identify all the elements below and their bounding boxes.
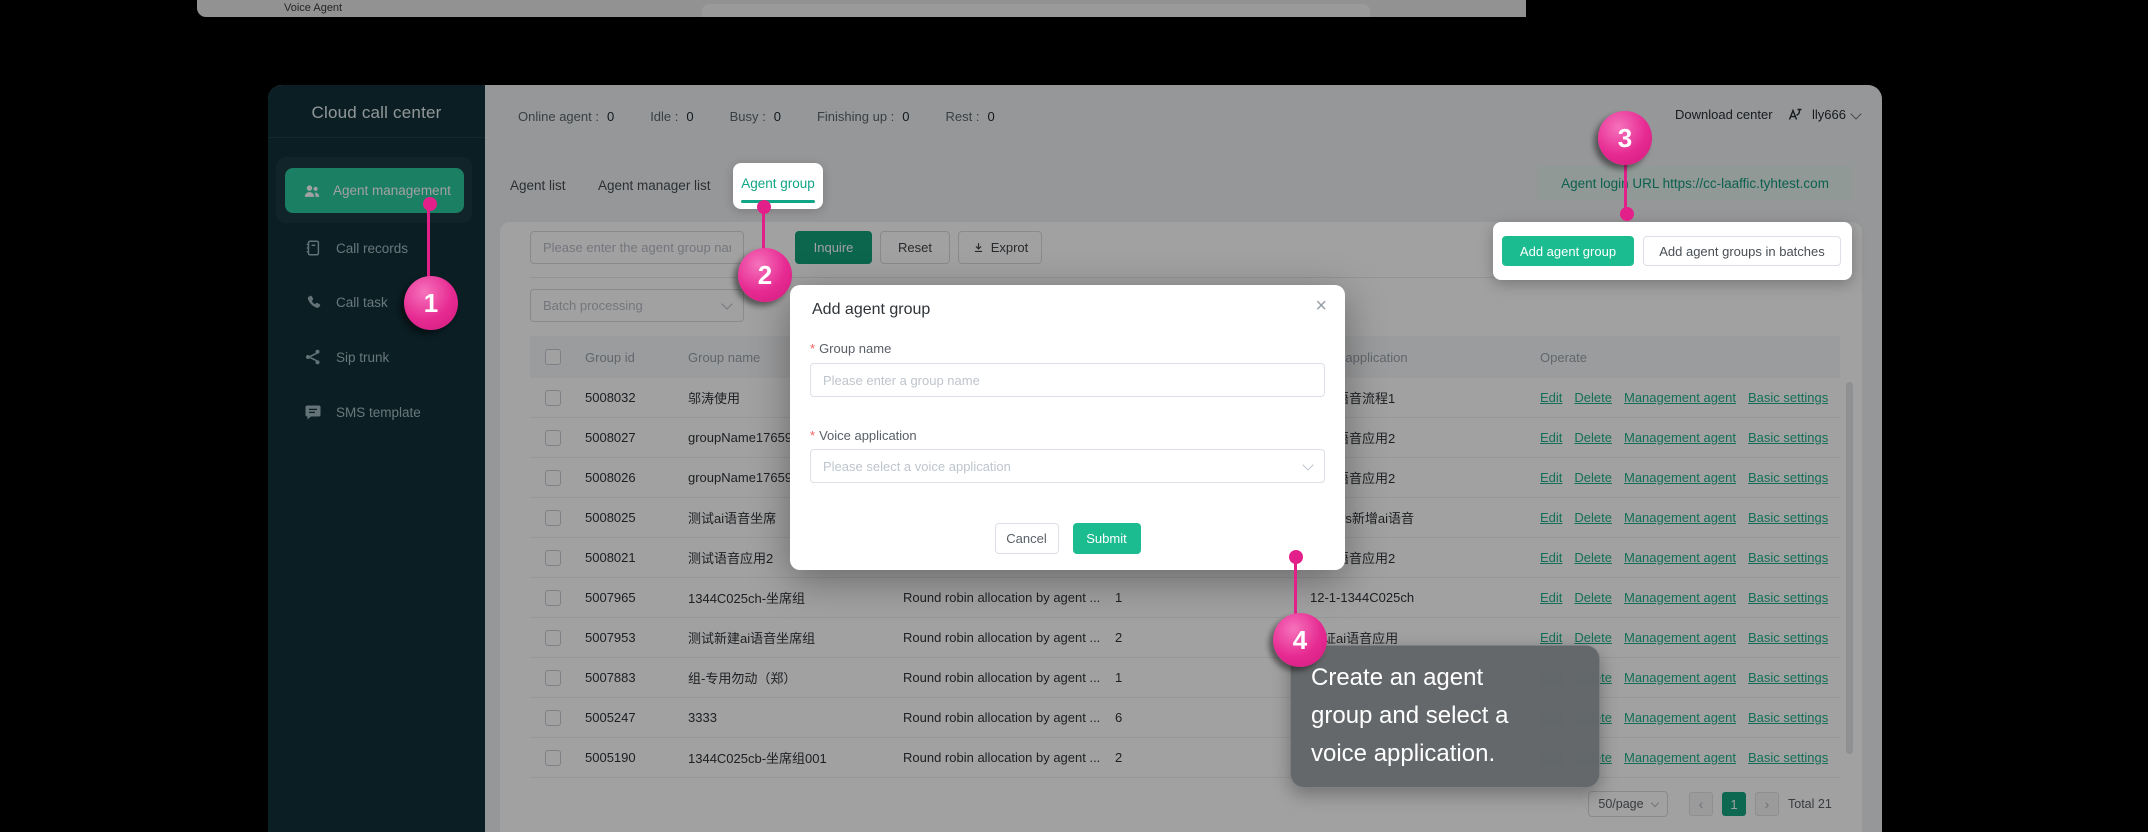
cancel-button[interactable]: Cancel — [995, 523, 1059, 554]
step-1-badge: 1 — [404, 276, 458, 330]
tooltip-line: voice application. — [1311, 735, 1579, 773]
step-4-anchor-dot — [1289, 550, 1303, 564]
step-3-badge: 3 — [1598, 111, 1652, 165]
add-agent-group-modal: Add agent group × Group name Voice appli… — [790, 285, 1345, 570]
add-agent-group-button[interactable]: Add agent group — [1502, 236, 1634, 266]
add-agent-groups-in-batches-button[interactable]: Add agent groups in batches — [1643, 236, 1841, 266]
tab-agent-group[interactable]: Agent group — [733, 163, 823, 209]
step-2-anchor-dot — [757, 200, 771, 214]
step-1-connector-line — [427, 204, 430, 280]
group-name-input[interactable] — [810, 363, 1325, 397]
close-icon[interactable]: × — [1315, 295, 1327, 318]
screenshot-stage: Voice Agent Cloud call center Agent mana… — [0, 0, 2148, 832]
chevron-down-icon — [1302, 459, 1313, 470]
tooltip-line: group and select a — [1311, 697, 1579, 735]
voice-application-label: Voice application — [810, 428, 917, 443]
step-3-anchor-dot — [1620, 207, 1634, 221]
tutorial-tooltip: Create an agent group and select a voice… — [1290, 645, 1600, 788]
tab-agent-group-label: Agent group — [741, 176, 815, 191]
active-tab-underline — [741, 200, 815, 203]
step-1-anchor-dot — [423, 197, 437, 211]
tooltip-line: Create an agent — [1311, 659, 1579, 697]
group-name-label: Group name — [810, 341, 891, 356]
modal-title: Add agent group — [812, 301, 930, 319]
add-actions-panel: Add agent group Add agent groups in batc… — [1493, 222, 1852, 280]
step-2-badge: 2 — [738, 248, 792, 302]
voice-application-placeholder: Please select a voice application — [823, 459, 1011, 474]
submit-button[interactable]: Submit — [1073, 523, 1141, 554]
step-4-connector-line — [1294, 557, 1297, 617]
voice-application-select[interactable]: Please select a voice application — [810, 449, 1325, 483]
step-4-badge: 4 — [1273, 613, 1327, 667]
